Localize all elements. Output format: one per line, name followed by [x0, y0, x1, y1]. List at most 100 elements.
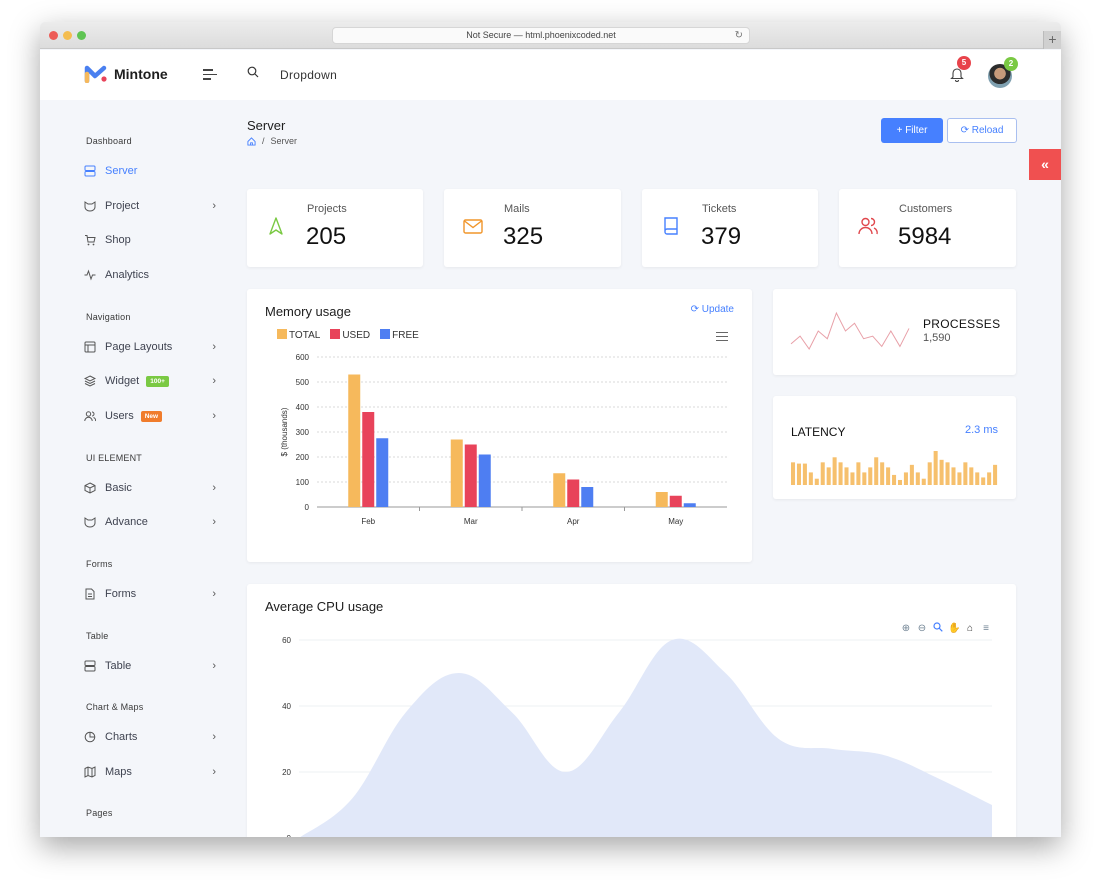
- browser-reload-icon[interactable]: ↻: [735, 28, 743, 43]
- bar-used: [464, 444, 477, 507]
- sidebar-item-maps[interactable]: Maps ›: [84, 762, 216, 782]
- bar-free: [581, 487, 594, 507]
- latency-bar: [808, 472, 813, 485]
- sidebar-item-label: Project: [105, 200, 140, 212]
- chevron-right-icon: ›: [212, 482, 216, 494]
- processes-title: PROCESSES: [923, 317, 1001, 331]
- latency-bar: [921, 478, 926, 485]
- memory-bar-chart: 0 100 200 300 400 500 600 $ (thousands) Feb Mar Ap…: [280, 353, 727, 526]
- sidebar-item-server[interactable]: Server: [84, 161, 216, 181]
- layout-icon: [84, 341, 96, 353]
- chevron-right-icon: ›: [212, 766, 216, 778]
- sidebar-section-ui-element: UI ELEMENT: [86, 453, 143, 463]
- latency-bar: [791, 462, 796, 485]
- breadcrumb-separator: /: [262, 136, 265, 146]
- sidebar-item-basic[interactable]: Basic ›: [84, 478, 216, 498]
- notifications-button[interactable]: 5: [950, 56, 971, 87]
- sidebar-item-page-layouts[interactable]: Page Layouts ›: [84, 337, 216, 357]
- stat-card-mails: Mails 325: [444, 189, 621, 267]
- chevron-right-icon: ›: [212, 731, 216, 743]
- sidebar-item-label: Maps: [105, 766, 132, 778]
- dropdown-menu[interactable]: Dropdown: [280, 68, 337, 82]
- latency-bar: [862, 472, 867, 485]
- close-window-button[interactable]: [49, 31, 58, 40]
- stat-label: Tickets: [702, 203, 737, 215]
- sidebar-item-widget[interactable]: Widget 100+ ›: [84, 371, 216, 391]
- main-content: Server / Server + Filter ⟳ Reload Projec…: [247, 100, 1061, 837]
- advance-icon: [84, 516, 96, 528]
- latency-bar: [945, 462, 950, 485]
- sidebar-item-table[interactable]: Table ›: [84, 656, 216, 676]
- sidebar-item-label: Page Layouts: [105, 341, 173, 353]
- bar-used: [669, 495, 682, 507]
- latency-bar: [993, 464, 998, 485]
- stat-card-projects: Projects 205: [247, 189, 423, 267]
- sidebar-item-project[interactable]: Project ›: [84, 196, 216, 216]
- bar-total: [348, 374, 361, 507]
- chevron-right-icon: ›: [212, 375, 216, 387]
- latency-bar: [796, 463, 801, 485]
- table-icon: [84, 660, 96, 672]
- latency-bar: [850, 472, 855, 485]
- latency-card: LATENCY 2.3 ms: [773, 396, 1016, 499]
- sidebar-section-forms: Forms: [86, 559, 113, 569]
- new-tab-button[interactable]: +: [1043, 31, 1061, 49]
- latency-bar: [897, 479, 903, 485]
- page-title: Server: [247, 118, 286, 133]
- brand-logo[interactable]: Mintone: [84, 65, 168, 83]
- search-icon[interactable]: [247, 66, 259, 78]
- y-tick-label: 20: [282, 768, 291, 777]
- y-tick-label: 300: [296, 428, 310, 437]
- sidebar-section-dashboard: Dashboard: [86, 136, 132, 146]
- latency-bar: [880, 462, 885, 485]
- customizer-toggle-button[interactable]: «: [1029, 149, 1061, 180]
- sidebar-item-shop[interactable]: Shop: [84, 230, 216, 250]
- address-bar[interactable]: Not Secure — html.phoenixcoded.net ↻: [332, 27, 750, 44]
- stat-card-customers: Customers 5984: [839, 189, 1016, 267]
- mail-icon: [463, 219, 483, 234]
- browser-titlebar: Not Secure — html.phoenixcoded.net ↻ +: [40, 22, 1061, 49]
- sidebar-item-advance[interactable]: Advance ›: [84, 512, 216, 532]
- minimize-window-button[interactable]: [63, 31, 72, 40]
- sidebar-item-label: Charts: [105, 731, 138, 743]
- y-axis-label: $ (thousands): [280, 407, 289, 456]
- reload-button[interactable]: ⟳ Reload: [947, 118, 1017, 143]
- chevron-right-icon: ›: [212, 660, 216, 672]
- y-tick-label: 0: [305, 503, 310, 512]
- sidebar-item-forms[interactable]: Forms ›: [84, 584, 216, 604]
- sidebar-section-pages: Pages: [86, 808, 113, 818]
- profile-badge: 2: [1004, 57, 1018, 71]
- chevron-right-icon: ›: [212, 588, 216, 600]
- latency-bar: [814, 478, 819, 485]
- app-header: Mintone Dropdown 5 2: [40, 50, 1061, 100]
- stat-value: 5984: [898, 223, 952, 250]
- maximize-window-button[interactable]: [77, 31, 86, 40]
- user-avatar[interactable]: 2: [988, 57, 1018, 88]
- x-tick-label: Apr: [567, 517, 580, 526]
- cpu-area: [300, 638, 992, 837]
- sidebar-item-authentication[interactable]: Authentication ›: [84, 833, 216, 837]
- mintone-logo-icon: [84, 65, 107, 83]
- bar-used: [567, 479, 580, 507]
- sidebar-item-analytics[interactable]: Analytics: [84, 265, 216, 285]
- sidebar-item-users[interactable]: Users New ›: [84, 406, 216, 426]
- home-icon[interactable]: [247, 136, 256, 146]
- server-icon: [84, 165, 96, 177]
- stat-label: Customers: [899, 203, 953, 215]
- sidebar-item-charts[interactable]: Charts ›: [84, 727, 216, 747]
- latency-bar: [909, 464, 914, 485]
- stat-label: Mails: [504, 203, 530, 215]
- breadcrumb: / Server: [247, 136, 297, 146]
- bar-total: [450, 439, 463, 507]
- latency-bar: [826, 467, 831, 485]
- sidebar-section-chart-maps: Chart & Maps: [86, 702, 144, 712]
- y-tick-label: 500: [296, 378, 310, 387]
- layers-icon: [84, 375, 96, 387]
- browser-window: Not Secure — html.phoenixcoded.net ↻ + M…: [40, 22, 1061, 837]
- filter-button[interactable]: + Filter: [881, 118, 943, 143]
- bar-free: [478, 454, 491, 507]
- menu-toggle-icon[interactable]: [203, 69, 217, 83]
- latency-bar: [903, 472, 908, 485]
- latency-bar: [832, 457, 837, 485]
- sidebar: Dashboard Server Project › Shop Analytic…: [40, 100, 228, 837]
